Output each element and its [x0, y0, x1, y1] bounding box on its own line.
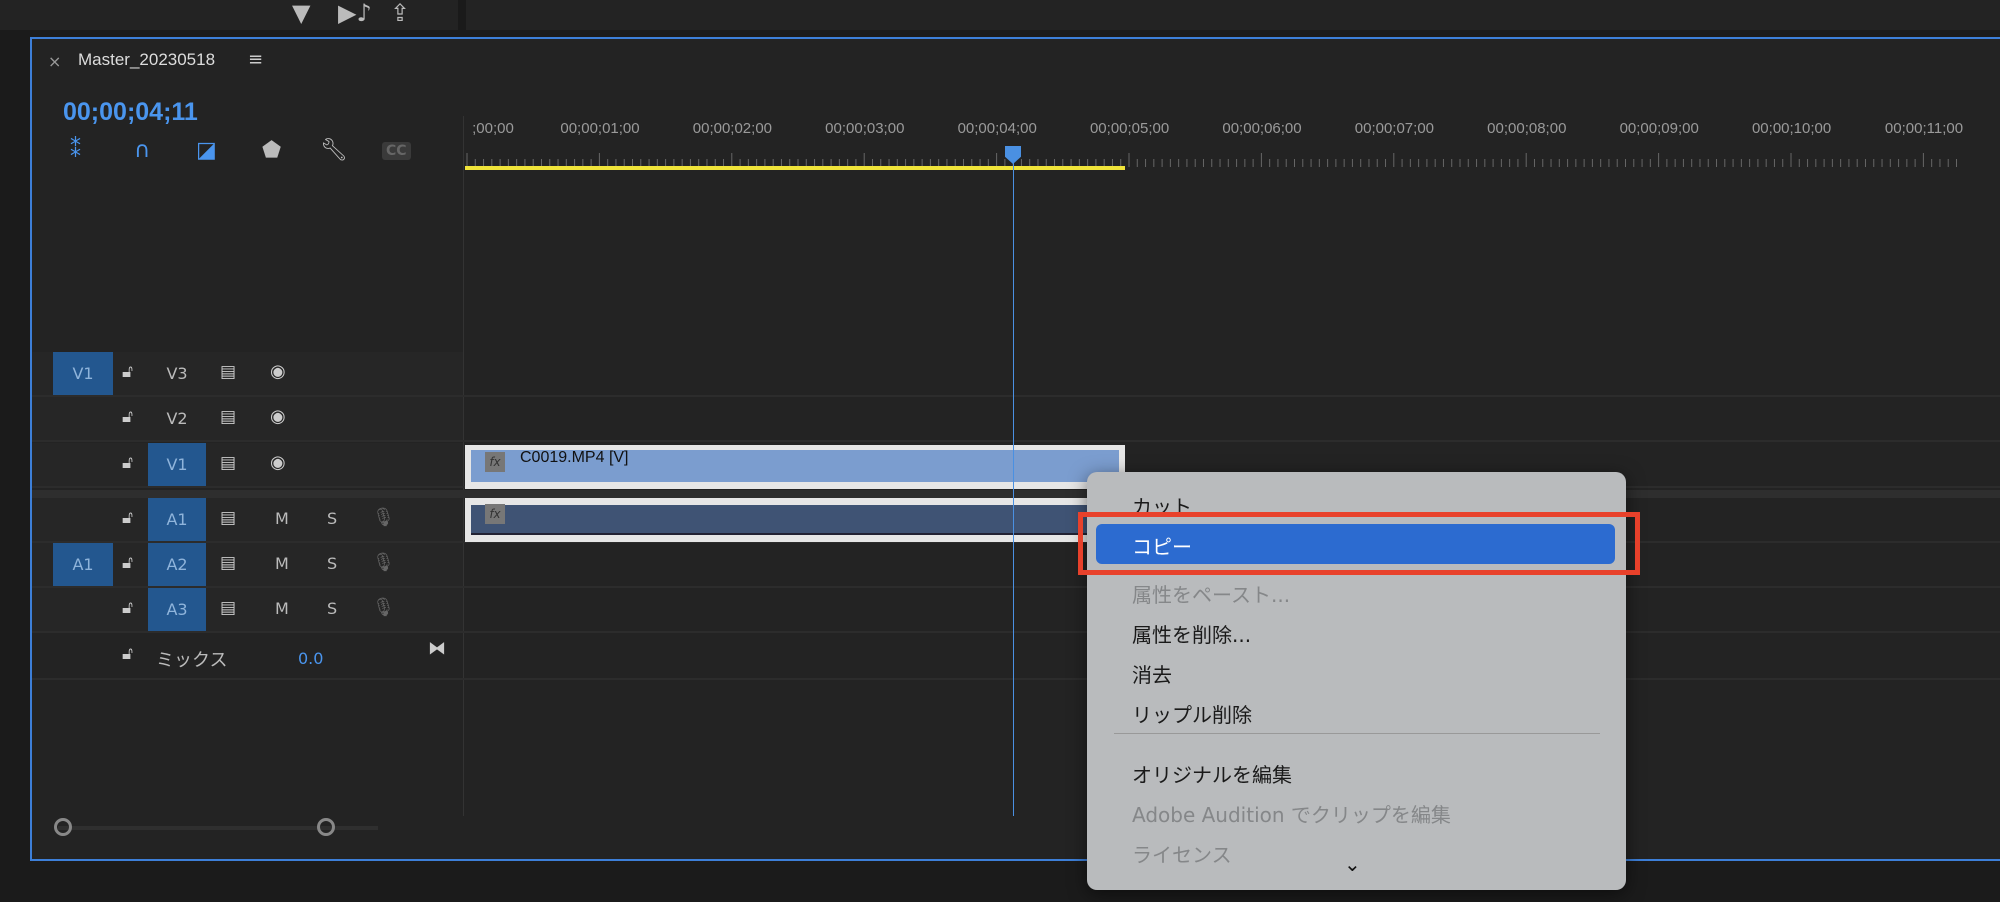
fx-badge: fx — [485, 452, 505, 472]
eye-icon[interactable]: ◉ — [270, 361, 286, 382]
track-header: 🔓︎ A1 ▤ M S 🎙︎ — [32, 498, 463, 541]
sync-lock-icon[interactable]: ▤ — [220, 453, 236, 473]
sequence-tab-title[interactable]: Master_20230518 — [78, 50, 215, 70]
menu-item: Adobe Audition でクリップを編集 — [1132, 803, 1451, 827]
track-V3: V1 🔓︎ V3 ▤ ◉ — [32, 352, 2000, 397]
lock-icon[interactable]: 🔓︎ — [122, 598, 133, 618]
zoom-scrollbar[interactable] — [50, 818, 460, 838]
track-A2: A1 🔓︎ A2 ▤ M S 🎙︎ — [32, 543, 2000, 588]
source-patch[interactable]: V1 — [53, 352, 113, 395]
bottom-bar — [0, 864, 2000, 902]
audio-play-icon[interactable]: ▶♪ — [338, 0, 372, 26]
track-header: V1 🔓︎ V3 ▤ ◉ — [32, 352, 463, 395]
ruler-label: 00;00;07;00 — [1354, 120, 1435, 137]
ruler-label: 00;00;01;00 — [560, 120, 640, 137]
mix-collapse-icon[interactable]: ⧓ — [428, 638, 446, 659]
cc-icon[interactable]: CC — [382, 142, 411, 160]
ruler-label: 00;00;04;00 — [957, 120, 1037, 137]
chevron-down-icon[interactable]: ⌄ — [1344, 852, 1361, 876]
sync-lock-icon[interactable]: ▤ — [220, 508, 236, 528]
lock-icon[interactable]: 🔓︎ — [122, 407, 133, 427]
ruler-label: 00;00;05;00 — [1089, 120, 1170, 137]
panel-menu-icon[interactable]: ≡ — [248, 49, 263, 70]
eye-icon[interactable]: ◉ — [270, 452, 286, 473]
sync-lock-icon[interactable]: ▤ — [220, 598, 236, 618]
audio-clip[interactable] — [465, 498, 1125, 542]
track-target[interactable]: A1 — [148, 498, 206, 541]
eye-icon[interactable]: ◉ — [270, 406, 286, 427]
menu-item: 属性をペースト... — [1132, 583, 1291, 607]
sync-lock-icon[interactable]: ▤ — [220, 407, 236, 427]
track-target[interactable]: V1 — [148, 443, 206, 486]
track-target[interactable]: V2 — [148, 397, 206, 440]
ruler-label: 00;00;10;00 — [1751, 120, 1832, 137]
ruler-ticks — [466, 153, 1957, 167]
mute-button[interactable]: M — [275, 554, 289, 573]
solo-button[interactable]: S — [327, 509, 337, 528]
scroll-end-handle[interactable] — [317, 818, 335, 836]
scroll-start-handle[interactable] — [54, 818, 72, 836]
marker-icon[interactable]: ⬟ — [262, 138, 281, 163]
close-tab-button[interactable]: × — [48, 52, 61, 71]
sync-lock-icon[interactable]: ▤ — [220, 553, 236, 573]
mix-value[interactable]: 0.0 — [298, 649, 323, 668]
linked-selection-icon[interactable]: ◪ — [196, 138, 217, 163]
playhead-timecode[interactable]: 00;00;04;11 — [63, 98, 198, 127]
track-header: 🔓︎ V1 ▤ ◉ — [32, 443, 463, 486]
sync-lock-icon[interactable]: ▤ — [220, 362, 236, 382]
lock-icon[interactable]: 🔓︎ — [122, 644, 133, 664]
mic-icon[interactable]: 🎙︎ — [372, 507, 395, 528]
magnet-icon[interactable]: ∩ — [134, 138, 150, 163]
track-V2: 🔓︎ V2 ▤ ◉ — [32, 397, 2000, 442]
mic-icon[interactable]: 🎙︎ — [372, 552, 395, 573]
track-A3: 🔓︎ A3 ▤ M S 🎙︎ — [32, 588, 2000, 633]
lock-icon[interactable]: 🔓︎ — [122, 553, 133, 573]
mix-track — [32, 634, 2000, 680]
ruler-label: ;00;00 — [472, 120, 514, 137]
ruler-label: 00;00;06;00 — [1222, 120, 1302, 137]
menu-item[interactable]: オリジナルを編集 — [1132, 759, 1292, 788]
track-header: 🔓︎ A3 ▤ M S 🎙︎ — [32, 588, 463, 631]
mix-label: ミックス — [156, 650, 228, 671]
ruler-label: 00;00;11;00 — [1884, 120, 1964, 137]
lock-icon[interactable]: 🔓︎ — [122, 508, 133, 528]
menu-item[interactable]: 属性を削除... — [1132, 619, 1251, 648]
track-target[interactable]: A3 — [148, 588, 206, 631]
work-area-bar[interactable] — [465, 166, 1125, 170]
filter-icon[interactable]: ▼ — [292, 0, 310, 26]
track-target[interactable]: V3 — [148, 352, 206, 395]
wrench-icon[interactable]: 🔧︎ — [320, 138, 348, 163]
track-target[interactable]: A2 — [148, 543, 206, 586]
menu-item[interactable]: 消去 — [1132, 659, 1172, 688]
track-header: 🔓︎ V2 ▤ ◉ — [32, 397, 463, 440]
video-audio-divider[interactable] — [32, 490, 2000, 498]
mute-button[interactable]: M — [275, 509, 289, 528]
track-header: A1 🔓︎ A2 ▤ M S 🎙︎ — [32, 543, 463, 586]
mute-button[interactable]: M — [275, 599, 289, 618]
playhead-line — [1013, 160, 1014, 816]
ruler-label: 00;00;08;00 — [1487, 120, 1567, 137]
solo-button[interactable]: S — [327, 599, 337, 618]
export-icon[interactable]: ⇪ — [390, 0, 410, 26]
mic-icon[interactable]: 🎙︎ — [372, 597, 395, 618]
clip-name: C0019.MP4 [V] — [520, 449, 629, 466]
snap-icon[interactable]: ⁑ — [70, 138, 81, 163]
divider — [458, 0, 466, 30]
ruler-label: 00;00;09;00 — [1619, 120, 1699, 137]
fx-badge: fx — [485, 504, 505, 524]
lock-icon[interactable]: 🔓︎ — [122, 453, 133, 473]
ruler-label: 00;00;02;00 — [692, 120, 773, 137]
top-toolbar: ▼ ▶♪ ⇪ — [0, 0, 2000, 30]
lock-icon[interactable]: 🔓︎ — [122, 362, 133, 382]
source-patch[interactable]: A1 — [53, 543, 113, 586]
menu-item: ライセンス — [1132, 843, 1232, 867]
solo-button[interactable]: S — [327, 554, 337, 573]
menu-item[interactable]: リップル削除 — [1132, 699, 1252, 728]
ruler-label: 00;00;03;00 — [825, 120, 905, 137]
menu-separator — [1114, 733, 1600, 734]
annotation-highlight-box — [1078, 512, 1640, 575]
